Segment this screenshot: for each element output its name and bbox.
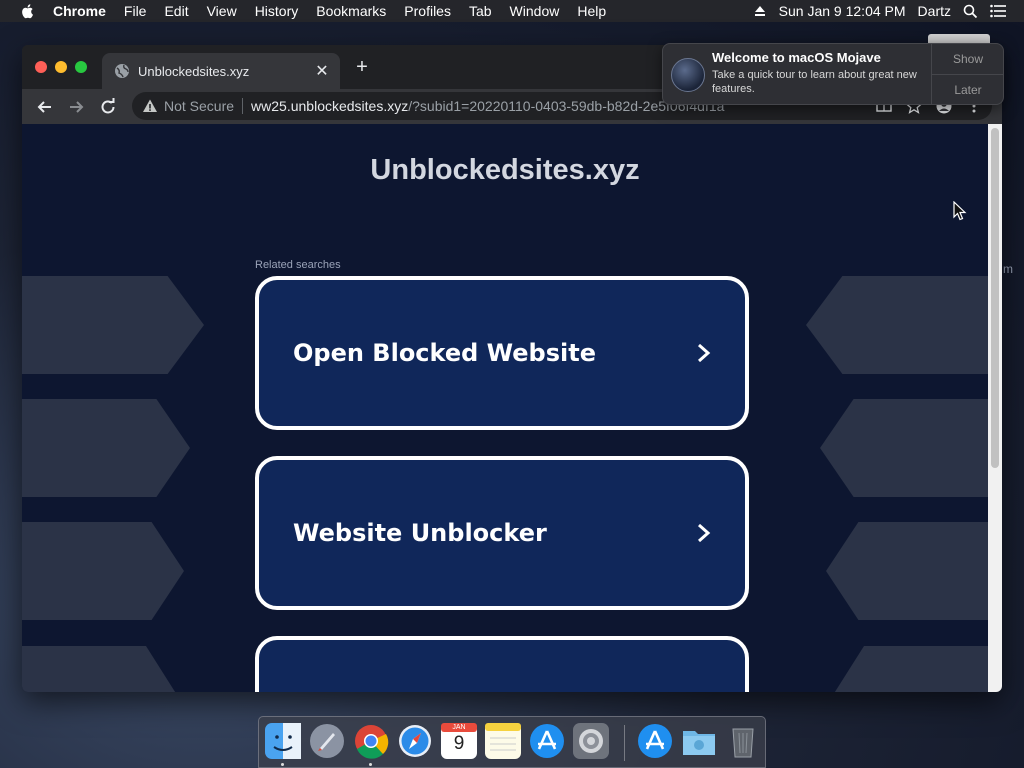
menu-profiles[interactable]: Profiles [395,0,460,22]
menu-help[interactable]: Help [568,0,615,22]
menu-bookmarks[interactable]: Bookmarks [307,0,395,22]
tab-close-icon[interactable]: ✕ [312,61,332,81]
spotlight-search-icon[interactable] [957,4,984,19]
dock: JAN 9 [258,716,766,768]
decorative-hexagon [826,522,988,620]
globe-icon [114,63,130,79]
running-indicator [281,763,284,766]
decorative-hexagon [833,646,988,692]
back-arrow-icon[interactable] [35,97,55,117]
apple-menu-icon[interactable] [20,3,36,19]
chevron-right-icon [693,521,713,545]
notification-actions: Show Later [931,44,1003,104]
notes-icon[interactable] [485,723,521,759]
notification-body: Take a quick tour to learn about great n… [712,69,917,95]
search-link-card[interactable]: Website Unblocker [255,456,749,610]
launchpad-icon[interactable] [309,723,345,759]
window-minimize-button[interactable] [55,61,67,73]
search-link-label: Open Blocked Website [293,339,596,367]
decorative-hexagon [22,522,184,620]
background-window-text: m [1003,262,1013,276]
menu-user[interactable]: Dartz [912,0,957,22]
downloads-folder-icon[interactable] [681,723,717,759]
related-searches-label: Related searches [255,259,341,271]
decorative-hexagon [22,399,190,497]
decorative-hexagon [22,276,204,374]
menu-file[interactable]: File [115,0,156,22]
chevron-right-icon [693,341,713,365]
page-title: Unblockedsites.xyz [370,154,640,186]
eject-icon[interactable] [747,4,773,18]
app-store-download-icon[interactable] [637,723,673,759]
menu-view[interactable]: View [198,0,246,22]
tab-title: Unblockedsites.xyz [138,63,250,79]
scrollbar-thumb[interactable] [991,128,999,468]
omnibox-separator [242,98,244,114]
trash-icon[interactable] [725,723,761,759]
menu-window[interactable]: Window [501,0,569,22]
new-tab-button[interactable]: + [352,57,372,77]
notification-title: Welcome to macOS Mojave [712,50,881,65]
browser-window: Unblockedsites.xyz ✕ + Not Secure ww25.u… [22,45,1002,692]
tab-active[interactable]: Unblockedsites.xyz ✕ [102,53,340,89]
search-link-card[interactable] [255,636,749,692]
security-status-label[interactable]: Not Secure [164,98,234,114]
menu-bar: Chrome File Edit View History Bookmarks … [0,0,1024,22]
menu-tab[interactable]: Tab [460,0,501,22]
decorative-hexagon [820,399,988,497]
notification-later-button[interactable]: Later [932,74,1003,104]
window-fullscreen-button[interactable] [75,61,87,73]
macos-notification[interactable]: Welcome to macOS Mojave Take a quick tou… [662,43,1004,105]
running-indicator [369,763,372,766]
search-link-card[interactable]: Open Blocked Website [255,276,749,430]
warning-icon[interactable] [142,98,158,114]
system-preferences-icon[interactable] [573,723,609,759]
safari-icon[interactable] [397,723,433,759]
notification-center-icon[interactable] [984,4,1012,18]
url-host: ww25.unblockedsites.xyz [251,98,409,114]
search-link-label: Website Unblocker [293,519,547,547]
finder-icon[interactable] [265,723,301,759]
decorative-hexagon [806,276,988,374]
notification-show-button[interactable]: Show [932,44,1003,74]
calendar-day: 9 [453,733,465,754]
decorative-hexagon [22,646,177,692]
dock-separator [624,725,625,761]
chrome-icon[interactable] [353,723,389,759]
menu-edit[interactable]: Edit [155,0,197,22]
mojave-logo-icon [671,58,705,92]
calendar-month: JAN [452,724,466,731]
page-scrollbar[interactable] [988,124,1002,692]
app-store-icon[interactable] [529,723,565,759]
reload-icon[interactable] [98,97,118,117]
menu-history[interactable]: History [246,0,308,22]
mouse-cursor-icon [953,200,967,221]
menu-clock[interactable]: Sun Jan 9 12:04 PM [773,0,912,22]
web-page: Unblockedsites.xyz Related searches Open… [22,124,988,692]
window-close-button[interactable] [35,61,47,73]
menu-app-name[interactable]: Chrome [44,0,115,22]
forward-arrow-icon[interactable] [66,97,86,117]
